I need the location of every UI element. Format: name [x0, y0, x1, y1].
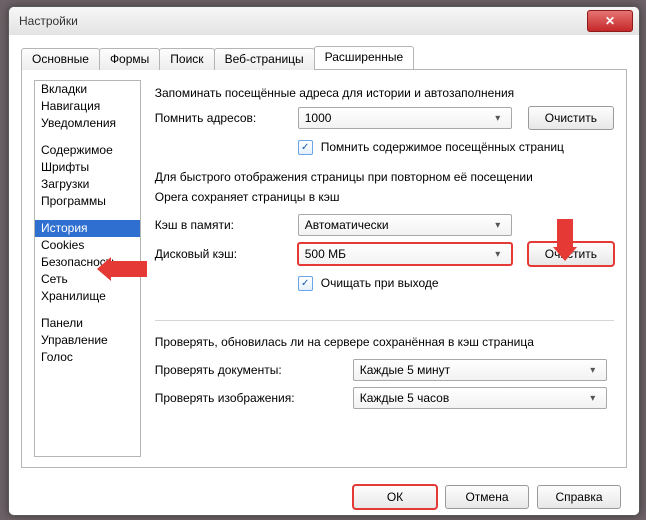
tab-webpages[interactable]: Веб-страницы	[214, 48, 315, 70]
clear-addresses-button[interactable]: Очистить	[528, 106, 614, 130]
checkbox-clear-on-exit[interactable]: ✓	[298, 276, 313, 291]
close-button[interactable]: ✕	[587, 10, 633, 32]
combo-value: 1000	[305, 111, 491, 125]
category-list[interactable]: Вкладки Навигация Уведомления Содержимое…	[34, 80, 141, 457]
combo-check-docs[interactable]: Каждые 5 минут ▾	[353, 359, 607, 381]
tab-search[interactable]: Поиск	[159, 48, 214, 70]
caption-cache-b: Opera сохраняет страницы в кэш	[155, 190, 614, 204]
combo-value: Каждые 5 минут	[360, 363, 586, 377]
dialog-footer: ОК Отмена Справка	[9, 485, 639, 509]
label-disk-cache: Дисковый кэш:	[155, 247, 290, 261]
caption-history: Запоминать посещённые адреса для истории…	[155, 86, 614, 100]
cat-panels[interactable]: Панели	[35, 315, 140, 332]
settings-window: Настройки ✕ Основные Формы Поиск Веб-стр…	[8, 6, 640, 516]
titlebar: Настройки ✕	[9, 7, 639, 36]
clear-disk-cache-button[interactable]: Очистить	[528, 242, 614, 266]
label-check-docs: Проверять документы:	[155, 363, 345, 377]
chevron-down-icon: ▾	[491, 220, 505, 231]
row-clear-on-exit: ✓ Очищать при выходе	[155, 272, 614, 294]
cat-notifications[interactable]: Уведомления	[35, 115, 140, 132]
row-mem-cache: Кэш в памяти: Автоматически ▾	[155, 214, 614, 236]
help-button[interactable]: Справка	[537, 485, 621, 509]
chevron-down-icon: ▾	[491, 249, 505, 260]
tab-label: Веб-страницы	[225, 52, 304, 66]
divider	[155, 320, 614, 321]
chevron-down-icon: ▾	[491, 113, 505, 124]
row-check-docs: Проверять документы: Каждые 5 минут ▾	[155, 359, 614, 381]
combo-remember-addresses[interactable]: 1000 ▾	[298, 107, 512, 129]
tab-forms[interactable]: Формы	[99, 48, 160, 70]
label-clear-on-exit: Очищать при выходе	[321, 276, 439, 290]
combo-value: 500 МБ	[305, 247, 491, 261]
tab-label: Расширенные	[325, 50, 404, 64]
label-remember-content: Помнить содержимое посещённых страниц	[321, 140, 564, 154]
cat-content[interactable]: Содержимое	[35, 142, 140, 159]
advanced-panel: Вкладки Навигация Уведомления Содержимое…	[21, 70, 627, 468]
tab-label: Основные	[32, 52, 89, 66]
combo-value: Автоматически	[305, 218, 491, 232]
cat-voice[interactable]: Голос	[35, 349, 140, 366]
chevron-down-icon: ▾	[586, 393, 600, 404]
cat-programs[interactable]: Программы	[35, 193, 140, 210]
checkbox-remember-content[interactable]: ✓	[298, 140, 313, 155]
caption-cache-a: Для быстрого отображения страницы при по…	[155, 170, 614, 184]
cat-history[interactable]: История	[35, 220, 140, 237]
close-icon: ✕	[605, 14, 615, 28]
row-remember-addresses: Помнить адресов: 1000 ▾ Очистить	[155, 106, 614, 130]
ok-button[interactable]: ОК	[353, 485, 437, 509]
client-area: Основные Формы Поиск Веб-страницы Расшир…	[9, 35, 639, 515]
cat-storage[interactable]: Хранилище	[35, 288, 140, 305]
cat-security[interactable]: Безопасность	[35, 254, 140, 271]
cat-navigation[interactable]: Навигация	[35, 98, 140, 115]
combo-value: Каждые 5 часов	[360, 391, 586, 405]
combo-mem-cache[interactable]: Автоматически ▾	[298, 214, 512, 236]
window-title: Настройки	[19, 14, 587, 28]
row-remember-content: ✓ Помнить содержимое посещённых страниц	[155, 136, 614, 158]
tab-advanced[interactable]: Расширенные	[314, 46, 415, 69]
cancel-button[interactable]: Отмена	[445, 485, 529, 509]
label-remember-addresses: Помнить адресов:	[155, 111, 290, 125]
row-check-images: Проверять изображения: Каждые 5 часов ▾	[155, 387, 614, 409]
cat-tabs[interactable]: Вкладки	[35, 81, 140, 98]
row-disk-cache: Дисковый кэш: 500 МБ ▾ Очистить	[155, 242, 614, 266]
label-mem-cache: Кэш в памяти:	[155, 218, 290, 232]
history-settings: Запоминать посещённые адреса для истории…	[155, 80, 614, 455]
cat-fonts[interactable]: Шрифты	[35, 159, 140, 176]
cat-management[interactable]: Управление	[35, 332, 140, 349]
tabstrip: Основные Формы Поиск Веб-страницы Расшир…	[21, 45, 627, 70]
combo-disk-cache[interactable]: 500 МБ ▾	[298, 243, 512, 265]
combo-check-images[interactable]: Каждые 5 часов ▾	[353, 387, 607, 409]
tab-label: Поиск	[170, 52, 203, 66]
cat-network[interactable]: Сеть	[35, 271, 140, 288]
cat-cookies[interactable]: Cookies	[35, 237, 140, 254]
cat-downloads[interactable]: Загрузки	[35, 176, 140, 193]
tab-label: Формы	[110, 52, 149, 66]
chevron-down-icon: ▾	[586, 365, 600, 376]
label-check-images: Проверять изображения:	[155, 391, 345, 405]
caption-check: Проверять, обновилась ли на сервере сохр…	[155, 335, 614, 349]
tab-basic[interactable]: Основные	[21, 48, 100, 70]
